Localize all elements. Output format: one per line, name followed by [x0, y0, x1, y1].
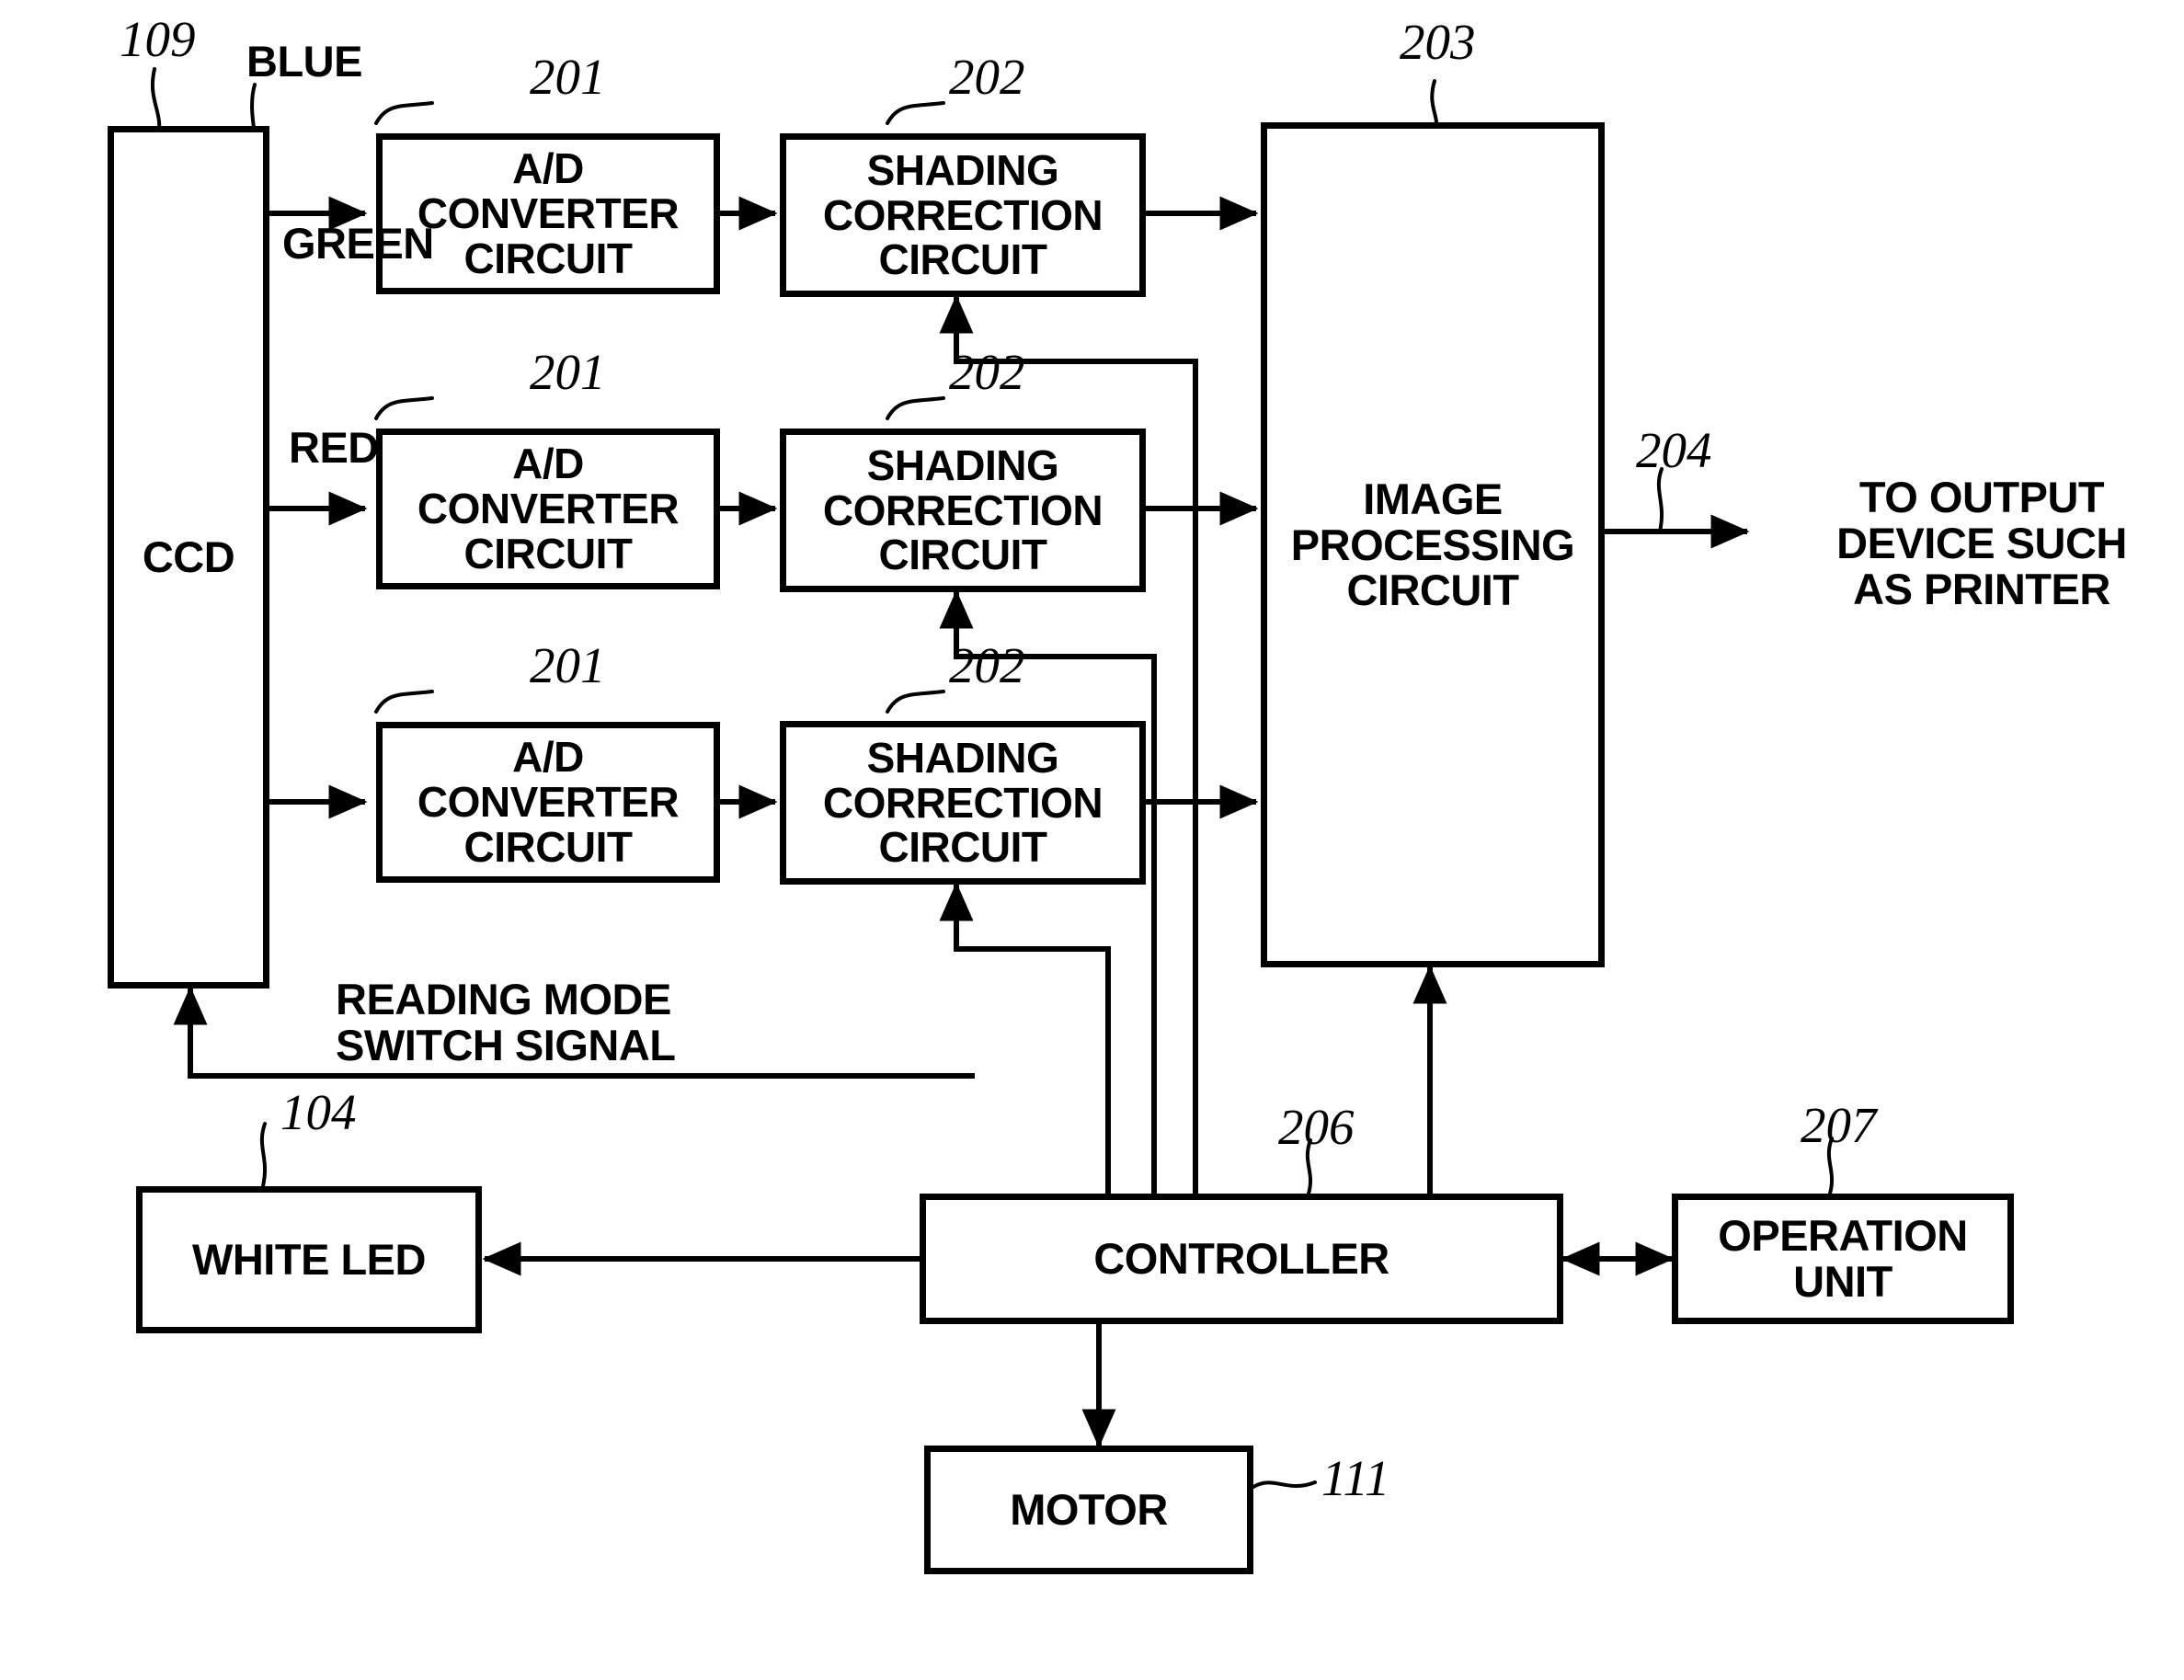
block-shading-correction-red[interactable]: SHADING CORRECTION CIRCUIT — [780, 721, 1146, 885]
block-ad-converter-blue-label: A/D CONVERTER CIRCUIT — [417, 144, 680, 282]
block-shading-correction-green[interactable]: SHADING CORRECTION CIRCUIT — [780, 429, 1146, 592]
output-destination-label: TO OUTPUT DEVICE SUCH AS PRINTER — [1836, 473, 2127, 613]
signal-label-red: RED — [289, 423, 379, 472]
block-ad-converter-green[interactable]: A/D CONVERTER CIRCUIT — [376, 429, 720, 589]
block-operation-unit-label: OPERATION UNIT — [1718, 1211, 1968, 1306]
ref-111: 111 — [1321, 1450, 1390, 1506]
block-motor-label: MOTOR — [1010, 1485, 1168, 1535]
ref-201-blue: 201 — [530, 49, 606, 105]
block-ccd-label: CCD — [142, 532, 235, 582]
reading-mode-switch-signal-label: READING MODE SWITCH SIGNAL — [336, 975, 676, 1069]
ref-104: 104 — [280, 1084, 357, 1140]
block-image-processing-circuit-label: IMAGE PROCESSING CIRCUIT — [1290, 474, 1575, 615]
block-motor[interactable]: MOTOR — [924, 1446, 1253, 1574]
ref-204: 204 — [1636, 422, 1712, 478]
ref-202-red: 202 — [949, 637, 1025, 693]
block-shading-correction-blue-label: SHADING CORRECTION CIRCUIT — [822, 145, 1103, 284]
block-ad-converter-red-label: A/D CONVERTER CIRCUIT — [417, 733, 680, 871]
ref-207: 207 — [1801, 1097, 1877, 1153]
block-image-processing-circuit[interactable]: IMAGE PROCESSING CIRCUIT — [1261, 122, 1605, 967]
ref-201-red: 201 — [530, 637, 606, 693]
block-shading-correction-green-label: SHADING CORRECTION CIRCUIT — [822, 440, 1103, 579]
block-ad-converter-red[interactable]: A/D CONVERTER CIRCUIT — [376, 722, 720, 883]
block-white-led-label: WHITE LED — [192, 1235, 426, 1285]
ref-206: 206 — [1278, 1099, 1355, 1155]
block-shading-correction-blue[interactable]: SHADING CORRECTION CIRCUIT — [780, 133, 1146, 297]
ref-203: 203 — [1400, 14, 1476, 70]
ref-202-blue: 202 — [949, 49, 1025, 105]
ref-202-green: 202 — [949, 344, 1025, 400]
ref-109: 109 — [120, 11, 196, 67]
block-controller-label: CONTROLLER — [1093, 1234, 1389, 1284]
block-ad-converter-blue[interactable]: A/D CONVERTER CIRCUIT — [376, 133, 720, 294]
signal-label-blue: BLUE — [246, 37, 362, 86]
block-ccd[interactable]: CCD — [108, 126, 269, 989]
block-ad-converter-green-label: A/D CONVERTER CIRCUIT — [417, 440, 680, 577]
signal-label-green: GREEN — [282, 219, 434, 268]
block-shading-correction-red-label: SHADING CORRECTION CIRCUIT — [822, 733, 1103, 872]
block-controller[interactable]: CONTROLLER — [920, 1194, 1563, 1324]
block-white-led[interactable]: WHITE LED — [136, 1186, 482, 1333]
block-operation-unit[interactable]: OPERATION UNIT — [1672, 1194, 2014, 1324]
figure-canvas: CCD 109 A/D CONVERTER CIRCUIT 201 A/D CO… — [0, 0, 2184, 1680]
ref-201-green: 201 — [530, 344, 606, 400]
